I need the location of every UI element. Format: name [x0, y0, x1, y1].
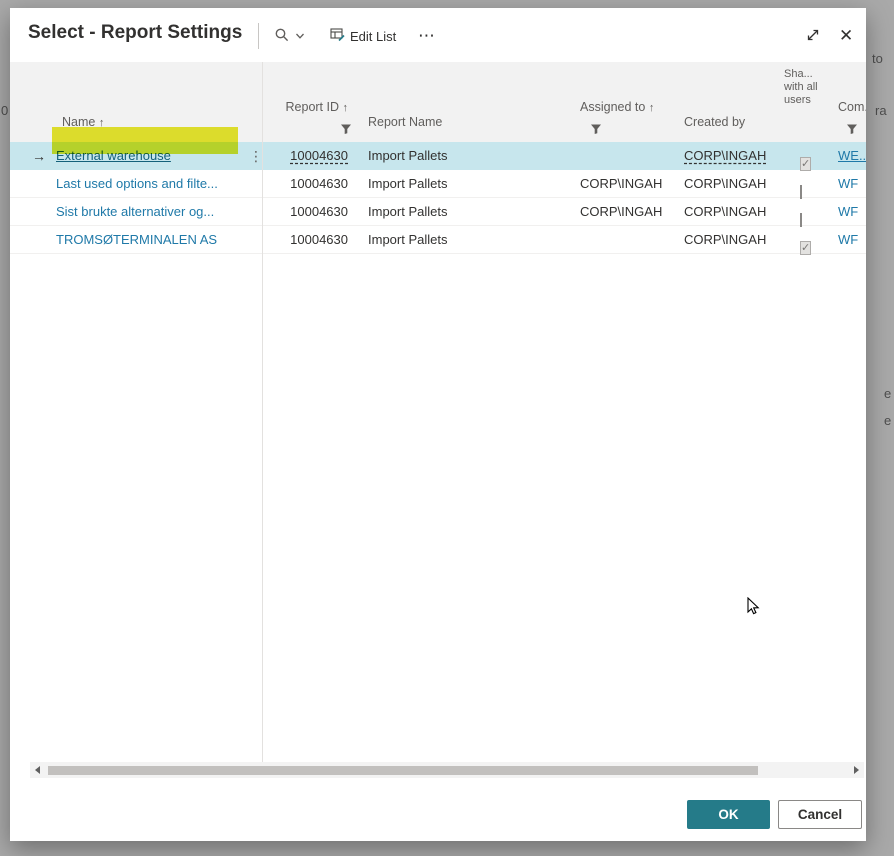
table-body: → External warehouse ⋮ 10004630 Import P…: [10, 142, 866, 254]
search-icon: [274, 27, 290, 46]
report-settings-dialog: Select - Report Settings Edit List ⋯ ✕: [10, 8, 866, 841]
toolbar-divider: [258, 23, 259, 49]
edit-list-button[interactable]: Edit List: [330, 24, 396, 48]
created-by-cell[interactable]: CORP\INGAH: [684, 142, 766, 170]
column-header-com[interactable]: Com...: [838, 100, 866, 114]
assigned-to-cell: CORP\INGAH: [580, 198, 662, 226]
table-row[interactable]: → External warehouse ⋮ 10004630 Import P…: [10, 142, 866, 170]
shared-with-all-users-checkbox[interactable]: [800, 213, 802, 227]
column-header-name[interactable]: Name ↑: [62, 115, 104, 129]
created-by-cell: CORP\INGAH: [684, 198, 766, 226]
expand-dialog-button[interactable]: [805, 24, 821, 48]
page-title: Select - Report Settings: [28, 22, 242, 44]
report-name-cell: Import Pallets: [368, 198, 447, 226]
scroll-right-icon[interactable]: [848, 762, 864, 778]
sort-asc-icon: ↑: [649, 102, 655, 114]
table-row[interactable]: TROMSØTERMINALEN AS 10004630 Import Pall…: [10, 226, 866, 254]
shared-with-all-users-checkbox[interactable]: ✓: [800, 241, 811, 255]
horizontal-scrollbar[interactable]: [30, 762, 864, 778]
com-cell[interactable]: WF: [838, 226, 858, 254]
search-button[interactable]: [274, 24, 305, 48]
more-options-button[interactable]: ⋯: [418, 24, 436, 48]
column-header-report-id[interactable]: Report ID ↑: [286, 100, 348, 114]
shared-with-all-users-checkbox[interactable]: ✓: [800, 157, 811, 171]
shared-with-all-users-checkbox[interactable]: [800, 185, 802, 199]
report-name-cell: Import Pallets: [368, 170, 447, 198]
com-cell[interactable]: WF: [838, 170, 858, 198]
report-id-cell[interactable]: 10004630: [290, 198, 348, 226]
expand-icon: [805, 27, 821, 46]
filter-icon[interactable]: [340, 122, 352, 134]
column-header-assigned-to[interactable]: Assigned to ↑: [580, 100, 654, 114]
edit-list-label: Edit List: [350, 29, 396, 44]
created-by-cell: CORP\INGAH: [684, 226, 766, 254]
sort-asc-icon: ↑: [99, 117, 105, 129]
report-id-cell[interactable]: 10004630: [290, 142, 348, 170]
table-row[interactable]: Last used options and filte... 10004630 …: [10, 170, 866, 198]
report-name-cell: Import Pallets: [368, 142, 447, 170]
background-text-fragment: e: [884, 413, 891, 428]
background-text-fragment: e: [884, 386, 891, 401]
table-header: Name ↑ Report ID ↑ Report Name Assigned …: [10, 62, 866, 142]
selected-row-arrow-icon: →: [32, 142, 46, 170]
dialog-footer: OK Cancel: [10, 778, 866, 841]
created-by-cell: CORP\INGAH: [684, 170, 766, 198]
cancel-button[interactable]: Cancel: [778, 800, 862, 829]
close-dialog-button[interactable]: ✕: [839, 24, 853, 48]
com-cell[interactable]: WF: [838, 198, 858, 226]
dialog-header: Select - Report Settings Edit List ⋯ ✕: [10, 8, 866, 62]
chevron-down-icon: [295, 29, 305, 44]
name-link[interactable]: Last used options and filte...: [56, 170, 218, 198]
column-header-created-by[interactable]: Created by: [684, 115, 745, 129]
background-text-fragment: ra: [875, 103, 887, 118]
report-name-cell: Import Pallets: [368, 226, 447, 254]
name-link[interactable]: External warehouse: [56, 142, 171, 170]
scrollbar-thumb[interactable]: [48, 766, 758, 775]
report-id-cell[interactable]: 10004630: [290, 226, 348, 254]
column-header-shared-with-all-users[interactable]: Sha... with all users: [784, 68, 824, 107]
ok-button[interactable]: OK: [687, 800, 770, 829]
filter-icon[interactable]: [846, 122, 858, 134]
frozen-column-divider: [262, 62, 263, 762]
background-text-fragment: 0: [1, 103, 8, 118]
name-link[interactable]: Sist brukte alternativer og...: [56, 198, 214, 226]
filter-icon[interactable]: [590, 122, 602, 134]
background-text-fragment: to: [872, 51, 883, 66]
name-link[interactable]: TROMSØTERMINALEN AS: [56, 226, 217, 254]
com-cell[interactable]: WE...: [838, 142, 866, 170]
sort-asc-icon: ↑: [343, 102, 349, 114]
report-id-cell[interactable]: 10004630: [290, 170, 348, 198]
scroll-left-icon[interactable]: [30, 762, 46, 778]
table-row[interactable]: Sist brukte alternativer og... 10004630 …: [10, 198, 866, 226]
column-header-report-name[interactable]: Report Name: [368, 115, 442, 129]
edit-list-icon: [330, 27, 345, 45]
close-icon: ✕: [839, 26, 853, 46]
assigned-to-cell: CORP\INGAH: [580, 170, 662, 198]
